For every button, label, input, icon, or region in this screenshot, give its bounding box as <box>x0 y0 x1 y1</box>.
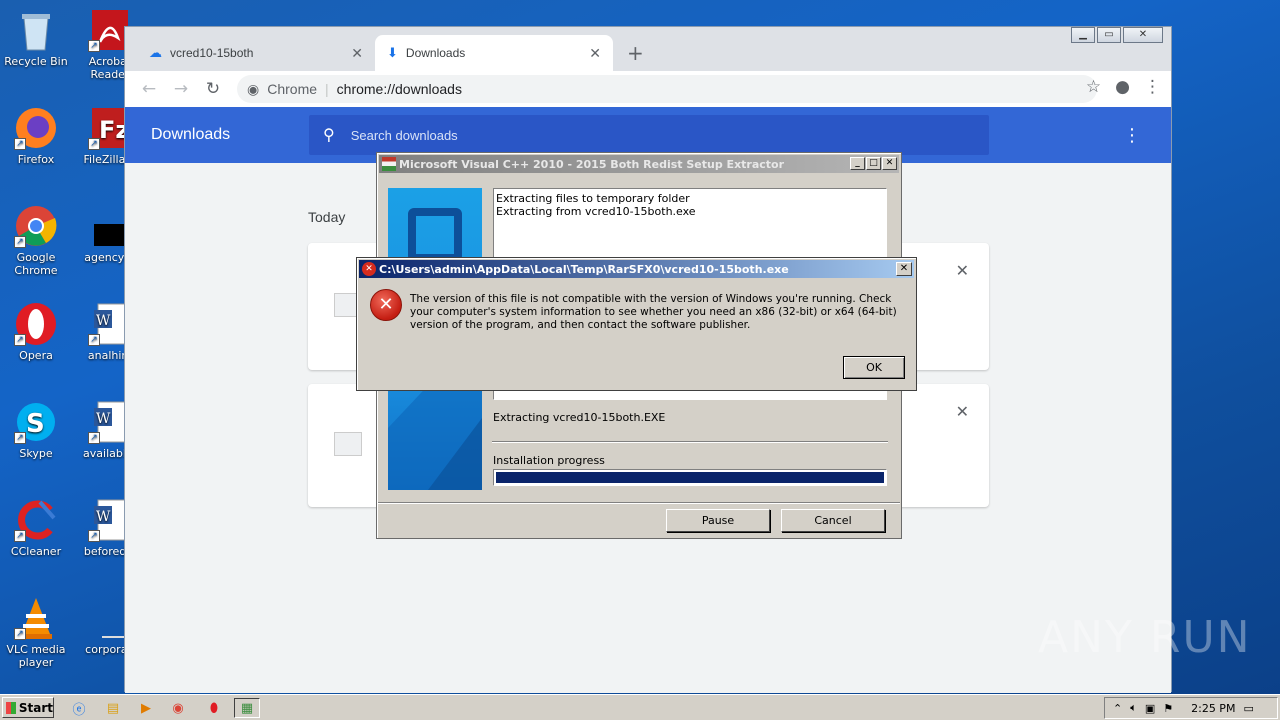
omnibox-separator: | <box>325 81 329 97</box>
toolbar-right: ☆ ● ⋮ <box>1086 77 1161 97</box>
error-message: The version of this file is not compatib… <box>410 293 897 331</box>
opera-taskbar-icon[interactable]: ⬮ <box>203 698 225 718</box>
profile-icon[interactable]: ● <box>1115 77 1130 97</box>
chrome-taskbar-icon[interactable]: ◉ <box>167 698 189 718</box>
taskbar: Start ⓔ ▤ ▶ ◉ ⬮ ▦ ⌃ 🔈︎ ▣ ⚑ 2:25 PM ▭ <box>0 694 1280 720</box>
minimize-icon[interactable]: ▁ <box>1071 27 1095 43</box>
volume-icon[interactable]: 🔈︎ <box>1130 701 1137 715</box>
new-tab-icon[interactable]: + <box>627 41 644 65</box>
tab-vcred[interactable]: ☁ vcred10-15both ✕ <box>137 35 375 71</box>
action-center-icon[interactable]: ⚑ <box>1163 702 1173 715</box>
system-tray: ⌃ 🔈︎ ▣ ⚑ 2:25 PM ▭ <box>1104 697 1278 719</box>
anyrun-watermark: ANY RUN <box>1038 612 1252 663</box>
clock[interactable]: 2:25 PM <box>1191 702 1235 715</box>
close-icon[interactable]: ✕ <box>882 157 897 170</box>
divider <box>492 441 888 443</box>
recycle-bin-icon <box>14 8 58 52</box>
extraction-status: Extracting vcred10-15both.EXE <box>493 411 666 424</box>
forward-icon[interactable]: → <box>165 79 197 99</box>
window-controls: ▁ ▭ ✕ <box>1071 27 1163 43</box>
remove-download-icon[interactable]: ✕ <box>956 261 969 280</box>
search-downloads-input[interactable]: ⚲ Search downloads <box>309 115 989 155</box>
winrar-icon <box>382 157 396 171</box>
desktop-icon-firefox[interactable]: ↗ Firefox <box>1 106 71 166</box>
maximize-icon[interactable]: □ <box>866 157 881 170</box>
desktop-icon-opera[interactable]: ↗ Opera <box>1 302 71 362</box>
tab-downloads[interactable]: ⬇ Downloads ✕ <box>375 35 613 71</box>
svg-text:W: W <box>96 509 111 525</box>
error-dialog-titlebar: ✕ C:\Users\admin\AppData\Local\Temp\RarS… <box>359 260 914 278</box>
network-icon[interactable]: ▣ <box>1145 702 1155 715</box>
pause-button[interactable]: Pause <box>666 509 770 532</box>
page-title: Downloads <box>151 126 231 143</box>
media-player-icon[interactable]: ▶ <box>135 698 157 718</box>
desktop-icon-vlc[interactable]: ↗ VLC media player <box>1 596 71 669</box>
reload-icon[interactable]: ↻ <box>197 79 229 99</box>
download-icon: ⬇ <box>387 45 398 60</box>
maximize-icon[interactable]: ▭ <box>1097 27 1121 43</box>
start-button[interactable]: Start <box>2 697 54 718</box>
folder-icon[interactable]: ▤ <box>102 698 124 718</box>
desktop-icon-ccleaner[interactable]: ↗ CCleaner <box>1 498 71 558</box>
more-options-icon[interactable]: ⋮ <box>1123 125 1141 146</box>
address-bar[interactable]: ◉ Chrome | chrome://downloads <box>237 75 1097 103</box>
cancel-button[interactable]: Cancel <box>781 509 885 532</box>
star-icon[interactable]: ☆ <box>1086 77 1101 97</box>
desktop-icon-recycle-bin[interactable]: Recycle Bin <box>1 8 71 68</box>
close-icon[interactable]: ✕ <box>1123 27 1163 43</box>
desktop-icon-skype[interactable]: S ↗ Skype <box>1 400 71 460</box>
error-dialog: ✕ C:\Users\admin\AppData\Local\Temp\RarS… <box>356 257 917 391</box>
ie-icon[interactable]: ⓔ <box>68 698 90 718</box>
windows-flag-icon <box>6 701 16 714</box>
tab-close-icon[interactable]: ✕ <box>351 45 363 62</box>
progress-label: Installation progress <box>493 454 605 467</box>
tray-expand-icon[interactable]: ⌃ <box>1113 702 1122 715</box>
tab-strip: ☁ vcred10-15both ✕ ⬇ Downloads ✕ + ▁ ▭ ✕ <box>125 27 1171 71</box>
browser-toolbar: ← → ↻ ◉ Chrome | chrome://downloads ☆ ● … <box>125 71 1171 107</box>
tab-close-icon[interactable]: ✕ <box>589 45 601 62</box>
search-icon: ⚲ <box>323 127 335 144</box>
extractor-window-controls: _ □ ✕ <box>850 157 897 170</box>
desktop-icon-chrome[interactable]: ↗ Google Chrome <box>1 204 71 277</box>
firefox-icon: ↗ <box>14 106 58 150</box>
ok-button[interactable]: OK <box>843 356 905 379</box>
installation-progress-bar <box>493 469 887 486</box>
svg-text:W: W <box>96 313 111 329</box>
winrar-taskbar-icon[interactable]: ▦ <box>234 698 260 718</box>
chrome-logo-icon: ◉ <box>247 80 260 97</box>
skype-icon: S ↗ <box>14 400 58 444</box>
cloud-icon: ☁ <box>149 45 162 60</box>
minimize-icon[interactable]: _ <box>850 157 865 170</box>
file-icon <box>334 432 362 456</box>
menu-icon[interactable]: ⋮ <box>1144 77 1161 97</box>
notification-icon[interactable]: ▭ <box>1243 702 1253 715</box>
close-icon[interactable]: ✕ <box>896 262 912 276</box>
chrome-icon: ↗ <box>14 204 58 248</box>
back-icon[interactable]: ← <box>133 79 165 99</box>
vlc-icon: ↗ <box>14 596 58 640</box>
opera-icon: ↗ <box>14 302 58 346</box>
remove-download-icon[interactable]: ✕ <box>956 402 969 421</box>
divider <box>378 502 900 504</box>
progress-fill <box>496 472 884 483</box>
error-icon: ✕ <box>370 289 402 321</box>
svg-text:S: S <box>26 409 45 439</box>
svg-text:W: W <box>96 411 111 427</box>
extractor-titlebar: Microsoft Visual C++ 2010 - 2015 Both Re… <box>379 155 899 173</box>
ccleaner-icon: ↗ <box>14 498 58 542</box>
section-today: Today <box>308 209 346 225</box>
error-small-icon: ✕ <box>362 262 376 276</box>
